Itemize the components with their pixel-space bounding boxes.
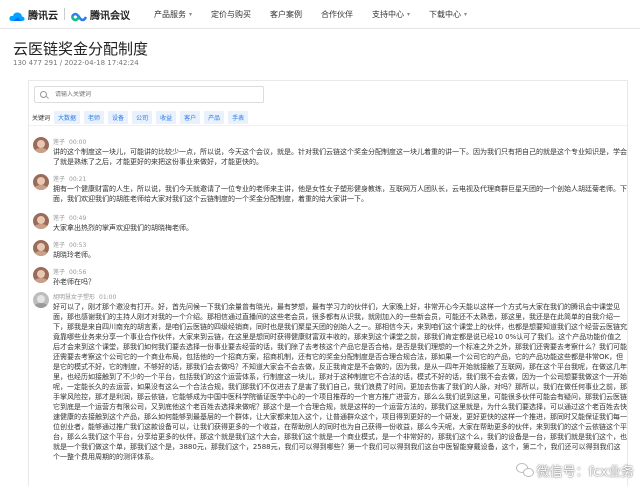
- avatar: [33, 292, 49, 308]
- timestamp[interactable]: 00:49: [69, 215, 86, 222]
- message-text: 大家拿出热烈的掌声欢迎我们的胡晓梅老师。: [53, 224, 193, 232]
- nav-product-services[interactable]: 产品服务 ▾: [154, 9, 192, 20]
- message-text: 胡晓玲老师。: [53, 251, 95, 259]
- timestamp[interactable]: 00:53: [69, 242, 86, 249]
- speaker-name: 莲子: [53, 215, 66, 222]
- transcript-message: 莲子 00:00 讲的这个制度这一块儿，可能讲的比较少一点，所以说，今天这个会议，…: [33, 137, 627, 171]
- transcript-message: 胡明慧女子塑形 01:00 好可以了，刚才那个邀没有打开。好，首先问候一下我们余量…: [33, 292, 627, 486]
- avatar: [33, 174, 49, 190]
- transcript-card: 关键词 大数据 老师 设备 公司 收益 客户 产品 手表 莲子00:00 讲的这…: [28, 80, 628, 486]
- search-icon: [40, 91, 47, 98]
- chevron-down-icon: ▾: [407, 10, 411, 18]
- keyword-label: 关键词: [32, 115, 51, 122]
- tencent-cloud-logo[interactable]: 腾讯云 腾讯会议: [9, 0, 130, 29]
- logo-divider: [64, 8, 65, 20]
- transcript-message: 莲子 00:21 拥有一个健康财富的人生，所以说，我们今天就邀请了一位专业的老师来…: [33, 174, 627, 208]
- transcript-message: 莲子 00:49 大家拿出热烈的掌声欢迎我们的胡晓梅老师。: [33, 213, 623, 235]
- avatar: [33, 240, 49, 256]
- keyword-tag[interactable]: 手表: [228, 111, 249, 124]
- nav-label: 下载中心: [429, 9, 462, 19]
- keyword-tag[interactable]: 客户: [180, 111, 201, 124]
- meeting-logo-icon: [70, 8, 88, 22]
- speaker-name: 莲子: [53, 139, 66, 146]
- main-nav: 产品服务 ▾ 定价与购买 客户案例 合作伙伴 支持中心 ▾ 下载中心 ▾: [154, 9, 486, 20]
- transcript-message: 莲子 00:56 孙老师在吗？: [33, 267, 623, 289]
- speaker-line: 莲子 00:00: [53, 137, 86, 146]
- timestamp[interactable]: 01:00: [99, 294, 116, 301]
- watermark: 微信号：fcx业务: [515, 461, 634, 480]
- nav-label: 支持中心: [372, 9, 405, 19]
- brand-name: 腾讯云: [28, 10, 58, 22]
- transcript-message: 莲子 00:53 胡晓玲老师。: [33, 240, 623, 262]
- nav-partners[interactable]: 合作伙伴: [321, 9, 353, 20]
- avatar: [33, 267, 49, 283]
- keyword-bar: 关键词 大数据 老师 设备 公司 收益 客户 产品 手表: [32, 111, 252, 124]
- nav-label: 产品服务: [154, 9, 186, 19]
- message-text: 拥有一个健康财富的人生，所以说，我们今天就邀请了一位专业的老师来主讲，他是女性女…: [53, 185, 627, 203]
- timestamp[interactable]: 00:00: [69, 139, 86, 146]
- avatar: [33, 213, 49, 229]
- keyword-tag[interactable]: 收益: [156, 111, 177, 124]
- keyword-tag[interactable]: 老师: [84, 111, 105, 124]
- speaker-line: 胡明慧女子塑形 01:00: [53, 292, 116, 301]
- watermark-text: 微信号：fcx业务: [536, 465, 634, 480]
- message-text: 好可以了，刚才那个邀没有打开。好，首先问候一下我们余量曾有晓光，最有梦想，最有学…: [53, 303, 627, 461]
- keyword-tag[interactable]: 公司: [132, 111, 153, 124]
- nav-label: 客户案例: [270, 9, 303, 19]
- speaker-line: 莲子 00:49: [53, 213, 86, 222]
- speaker-line: 莲子 00:21: [53, 174, 86, 183]
- keyword-tag[interactable]: 设备: [108, 111, 129, 124]
- divider: [29, 125, 627, 126]
- nav-pricing[interactable]: 定价与购买: [211, 9, 251, 20]
- chevron-down-icon: ▾: [189, 10, 193, 18]
- speaker-line: 莲子 00:56: [53, 267, 86, 276]
- speaker-name: 莲子: [53, 242, 66, 249]
- keyword-tag[interactable]: 大数据: [54, 111, 81, 124]
- chevron-down-icon: ▾: [464, 10, 468, 18]
- keyword-tag[interactable]: 产品: [204, 111, 225, 124]
- speaker-name: 莲子: [53, 269, 66, 276]
- search-box[interactable]: [34, 86, 264, 103]
- cloud-logo-icon: [9, 8, 25, 21]
- search-input[interactable]: [55, 91, 255, 98]
- nav-label: 合作伙伴: [321, 9, 354, 19]
- nav-label: 定价与购买: [211, 9, 252, 19]
- product-name: 腾讯会议: [90, 10, 130, 22]
- speaker-name: 胡明慧女子塑形: [53, 294, 96, 301]
- nav-customer-cases[interactable]: 客户案例: [270, 9, 302, 20]
- top-nav-bar: 腾讯云 腾讯会议 产品服务 ▾ 定价与购买 客户案例 合作伙伴 支持中心 ▾ 下载中…: [0, 0, 640, 29]
- avatar: [33, 137, 49, 153]
- timestamp[interactable]: 00:21: [69, 176, 86, 183]
- nav-download[interactable]: 下载中心 ▾: [429, 9, 467, 20]
- message-text: 孙老师在吗？: [53, 278, 95, 286]
- message-text: 讲的这个制度这一块儿，可能讲的比较少一点，所以说，今天这个会议，就是。针对我们云…: [53, 148, 627, 166]
- page-title: 云医链奖金分配制度: [13, 40, 149, 58]
- speaker-name: 莲子: [53, 176, 66, 183]
- nav-support[interactable]: 支持中心 ▾: [372, 9, 410, 20]
- timestamp[interactable]: 00:56: [69, 269, 86, 276]
- meeting-meta: 130 477 291 / 2022-04-18 17:42:24: [13, 59, 139, 67]
- speaker-line: 莲子 00:53: [53, 240, 86, 249]
- wechat-icon: [515, 462, 534, 479]
